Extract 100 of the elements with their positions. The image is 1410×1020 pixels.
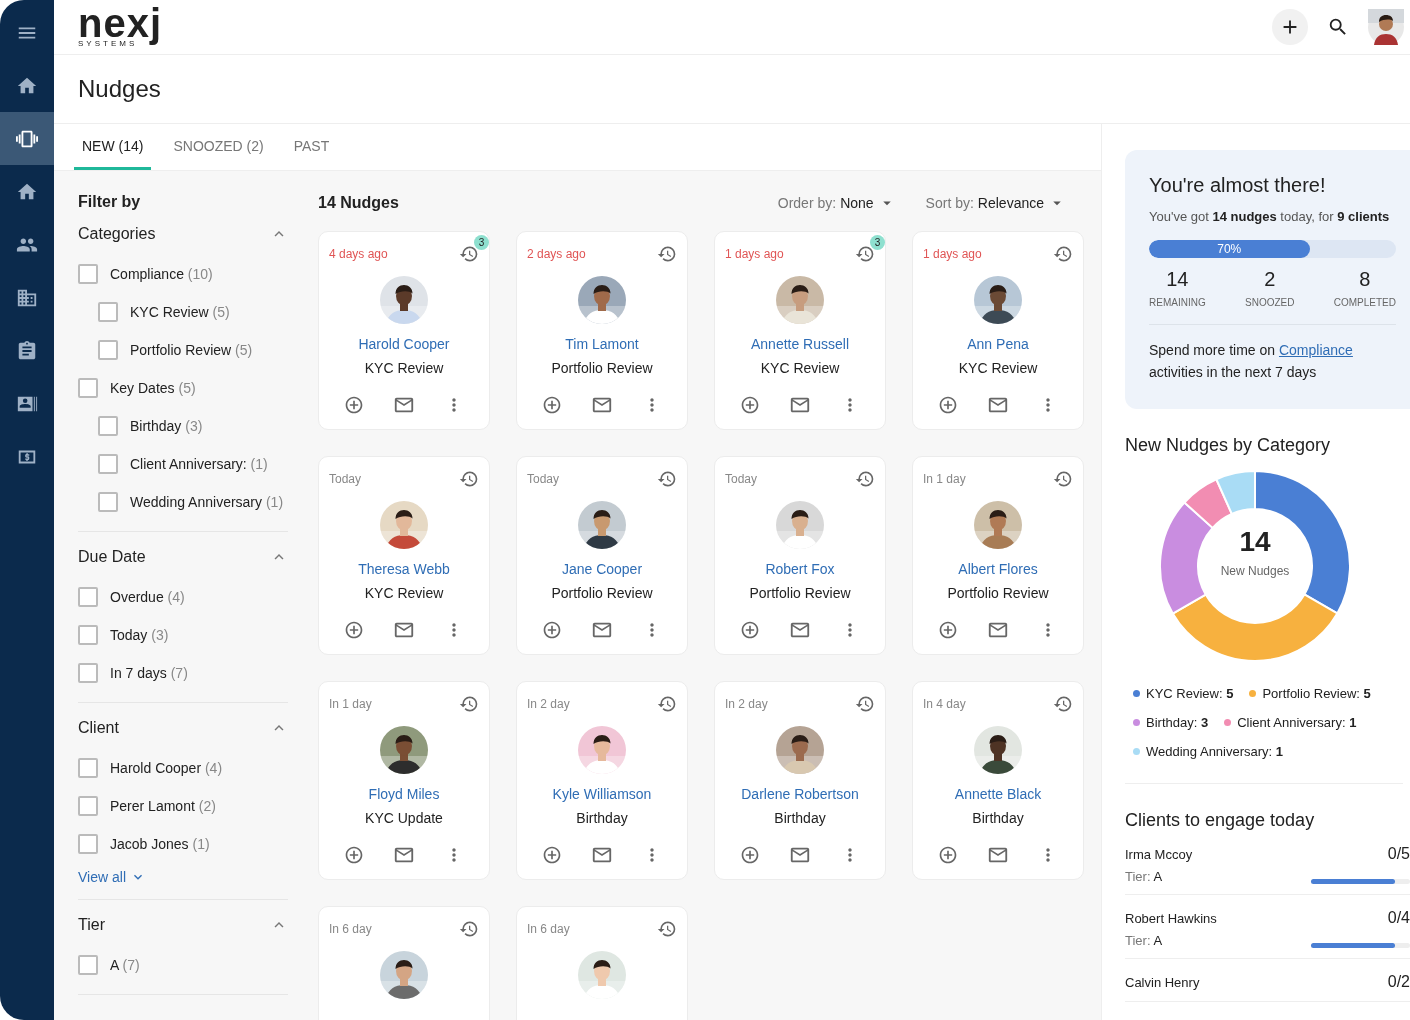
checkbox[interactable] <box>98 416 118 436</box>
history-icon[interactable] <box>1053 469 1073 489</box>
checkbox[interactable] <box>78 758 98 778</box>
due-date: In 6 day <box>329 922 372 936</box>
client-name-link[interactable]: Annette Russell <box>750 336 850 352</box>
nudge-card[interactable]: Today Theresa Webb KYC Review <box>318 456 490 655</box>
stat-value: 8 <box>1359 268 1371 291</box>
nudge-card[interactable]: Today Robert Fox Portfolio Review <box>714 456 886 655</box>
history-icon[interactable] <box>459 244 479 264</box>
checkbox[interactable] <box>78 625 98 645</box>
due-date: Today <box>527 472 560 486</box>
client-count: 0/4 <box>1387 909 1410 927</box>
client-name-link[interactable]: Albert Flores <box>958 561 1038 577</box>
due-date: In 2 day <box>527 697 570 711</box>
checkbox[interactable] <box>98 340 118 360</box>
nudge-card[interactable]: In 1 day Floyd Miles KYC Update <box>318 681 490 880</box>
nudge-type: Portfolio Review <box>551 360 653 376</box>
client-name-link[interactable]: Tim Lamont <box>565 336 639 352</box>
stat-value: 14 <box>1166 268 1189 291</box>
legend-label: Portfolio Review: 5 <box>1262 686 1371 701</box>
checkbox[interactable] <box>78 663 98 683</box>
checkbox[interactable] <box>78 587 98 607</box>
nudge-card[interactable]: In 6 day <box>516 906 688 1020</box>
filter-heading: Filter by <box>78 193 142 211</box>
history-icon[interactable] <box>657 919 677 939</box>
nudge-type: Birthday <box>576 810 628 826</box>
filter-label: Today (3) <box>110 627 169 643</box>
due-date: In 2 day <box>725 697 768 711</box>
checkbox[interactable] <box>78 796 98 816</box>
client-name-link[interactable]: Robert Fox <box>765 561 835 577</box>
due-date: Today <box>725 472 758 486</box>
history-icon[interactable] <box>459 694 479 714</box>
history-icon[interactable] <box>855 469 875 489</box>
checkbox[interactable] <box>98 454 118 474</box>
filter-label: Harold Cooper (4) <box>110 760 223 776</box>
filter-label: Overdue (4) <box>110 589 185 605</box>
nudge-card[interactable]: 1 days ago 3 Annette Russell KYC Review <box>714 231 886 430</box>
tab[interactable]: PAST <box>285 124 338 170</box>
checkbox[interactable] <box>98 302 118 322</box>
nudge-card[interactable]: 1 days ago Ann Pena KYC Review <box>912 231 1084 430</box>
view-all-link[interactable]: View all <box>78 863 288 889</box>
history-icon[interactable] <box>1053 694 1073 714</box>
checkbox[interactable] <box>78 955 98 975</box>
legend-label: KYC Review: 5 <box>1146 686 1234 701</box>
vibrate-icon[interactable] <box>0 112 54 165</box>
history-icon[interactable] <box>459 469 479 489</box>
nudge-card[interactable]: In 2 day Darlene Robertson Birthday <box>714 681 886 880</box>
count-badge: 3 <box>474 235 489 250</box>
add-button[interactable] <box>1272 9 1308 45</box>
client-name-link[interactable]: Ann Pena <box>967 336 1029 352</box>
checkbox[interactable] <box>98 492 118 512</box>
history-icon[interactable] <box>1053 244 1073 264</box>
history-icon[interactable] <box>657 244 677 264</box>
tip-text: Spend more time on Compliance activities in the next 7 days <box>1149 341 1354 382</box>
due-date: In 4 day <box>923 697 966 711</box>
due-date: In 6 day <box>527 922 570 936</box>
filter-label: Key Dates (5) <box>110 380 196 396</box>
nudge-type: KYC Review <box>958 360 1038 376</box>
client-name: Robert Hawkins <box>1125 910 1217 926</box>
nudge-card[interactable]: 2 days ago Tim Lamont Portfolio Review <box>516 231 688 430</box>
client-name-link[interactable]: Floyd Miles <box>368 786 440 802</box>
checkbox[interactable] <box>78 264 98 284</box>
client-name-link[interactable]: Harold Cooper <box>358 336 450 352</box>
page-title: Nudges <box>78 75 161 103</box>
stat-label: COMPLETED <box>1333 297 1396 308</box>
client-name-link[interactable]: Darlene Robertson <box>741 786 859 802</box>
history-icon[interactable] <box>657 694 677 714</box>
legend-label: Wedding Anniversary: 1 <box>1146 744 1284 759</box>
filter-label: Perer Lamont (2) <box>110 798 216 814</box>
section-heading: Categories <box>78 225 156 243</box>
history-icon[interactable] <box>855 694 875 714</box>
compliance-link[interactable]: Compliance <box>1278 342 1353 358</box>
nudge-card[interactable]: In 2 day Kyle Williamson Birthday <box>516 681 688 880</box>
nudges-count: 14 Nudges <box>318 194 399 212</box>
checkbox[interactable] <box>78 834 98 854</box>
sort-dropdown[interactable]: Sort by: Relevance <box>919 193 1072 213</box>
chart-title: New Nudges by Category <box>1125 435 1332 456</box>
tab[interactable]: SNOOZED (2) <box>165 124 272 170</box>
nudge-card[interactable]: In 1 day Albert Flores Portfolio Review <box>912 456 1084 655</box>
checkbox[interactable] <box>78 378 98 398</box>
client-name-link[interactable]: Kyle Williamson <box>552 786 652 802</box>
count-badge: 3 <box>870 235 885 250</box>
filter-label: In 7 days (7) <box>110 665 188 681</box>
history-icon[interactable] <box>657 469 677 489</box>
client-count: 0/2 <box>1387 973 1410 991</box>
nudge-card[interactable]: 4 days ago 3 Harold Cooper KYC Review <box>318 231 490 430</box>
stat-label: REMAINING <box>1149 297 1206 308</box>
section-heading: Client <box>78 719 119 737</box>
client-name-link[interactable]: Theresa Webb <box>358 561 450 577</box>
section-heading: Tier <box>78 916 105 934</box>
nudge-card[interactable]: In 4 day Annette Black Birthday <box>912 681 1084 880</box>
nudge-card[interactable]: In 6 day <box>318 906 490 1020</box>
history-icon[interactable] <box>459 919 479 939</box>
legend-label: Birthday: 3 <box>1146 715 1209 730</box>
due-date: 1 days ago <box>923 247 982 261</box>
client-name-link[interactable]: Annette Black <box>954 786 1042 802</box>
order-dropdown[interactable]: Order by: None <box>771 193 902 213</box>
client-name-link[interactable]: Jane Cooper <box>561 561 643 577</box>
nudge-card[interactable]: Today Jane Cooper Portfolio Review <box>516 456 688 655</box>
history-icon[interactable] <box>855 244 875 264</box>
